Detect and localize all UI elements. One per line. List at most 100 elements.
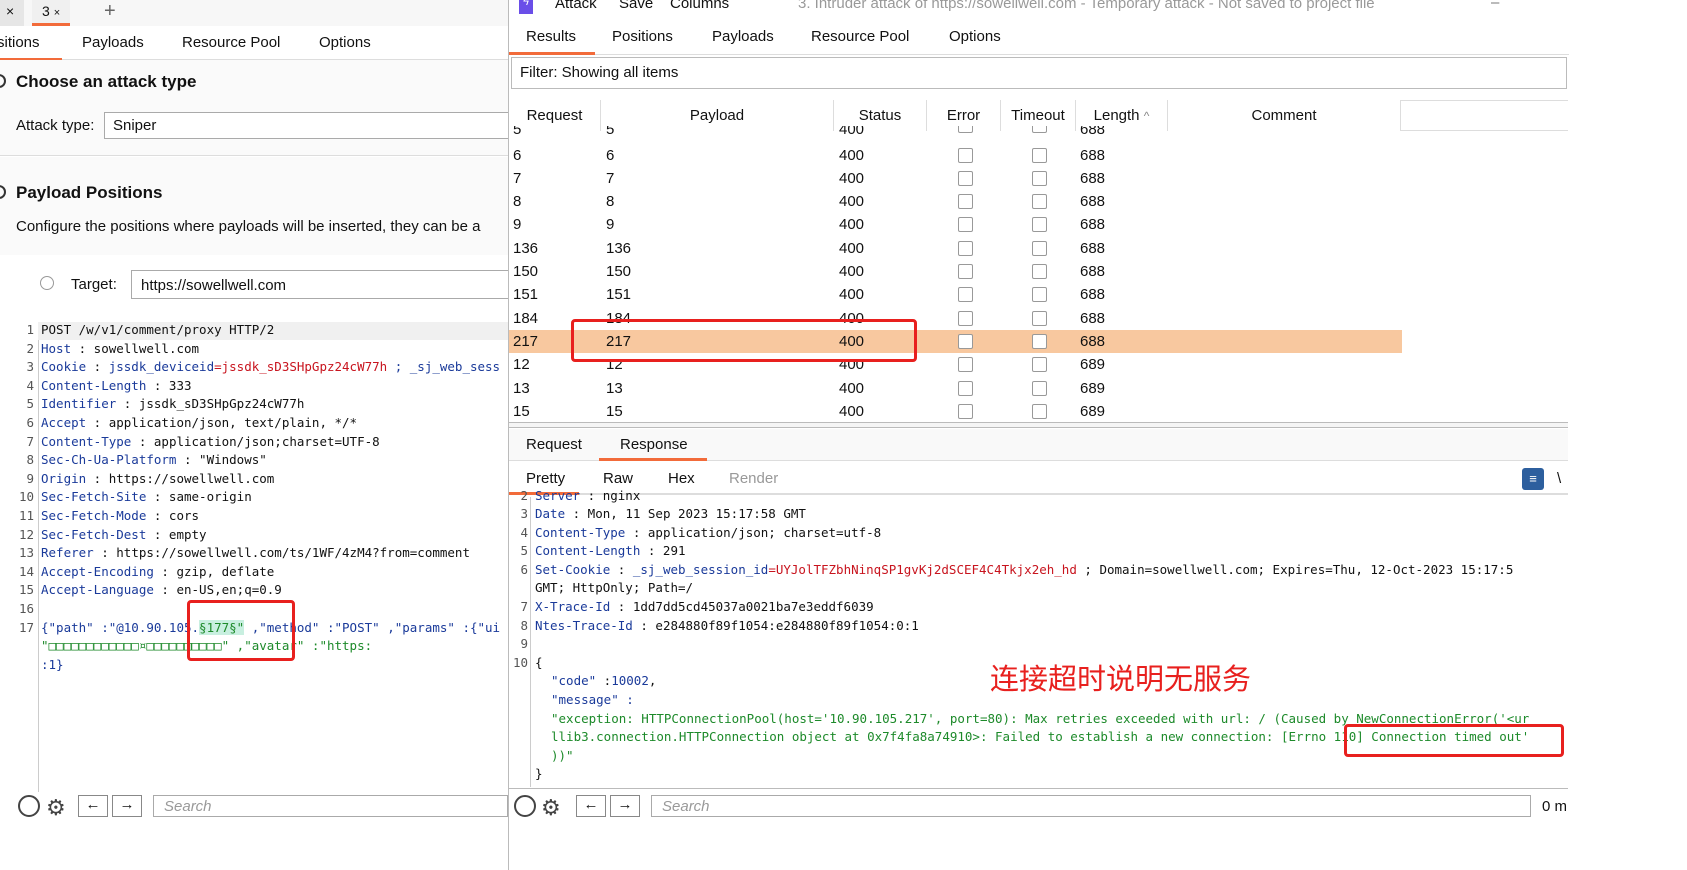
table-row[interactable]: 13 13 400 689 [509,377,1402,400]
header-name: Sec-Fetch-Site [41,489,147,505]
table-row[interactable]: 150 150 400 688 [509,260,1402,283]
error-checkbox[interactable] [958,194,973,210]
tab-request[interactable]: Request [526,436,582,453]
tab-results[interactable]: Results [526,28,576,45]
help-icon[interactable] [18,795,40,817]
tab-3[interactable]: 3 × [32,0,71,26]
header-name: Set-Cookie [535,561,611,577]
filter-bar[interactable]: Filter: Showing all items [511,57,1567,89]
header-name: Sec-Fetch-Mode [41,508,147,523]
line-number: 8 [26,452,34,468]
tab-positions[interactable]: Positions [612,28,673,45]
tab-response[interactable]: Response [620,436,688,453]
timeout-checkbox[interactable] [1032,403,1047,419]
word-wrap-icon[interactable]: ≡ [1522,468,1544,490]
table-row[interactable]: 151 151 400 688 [509,283,1402,306]
timeout-checkbox[interactable] [1032,194,1047,210]
forward-arrow-button[interactable]: → [112,795,142,817]
timeout-checkbox[interactable] [1032,217,1047,233]
close-icon[interactable]: × [54,7,60,19]
error-checkbox[interactable] [958,217,973,233]
help-icon[interactable] [0,74,6,88]
error-checkbox[interactable] [958,126,973,133]
target-label: Target: [71,276,117,293]
json-code: "code" :10002, [551,673,657,689]
back-arrow-button[interactable]: ← [78,795,108,817]
settings-gear-icon[interactable]: ⚙ [541,795,561,821]
timeout-checkbox[interactable] [1032,310,1047,326]
cell-length: 688 [1080,332,1106,350]
tab-hex[interactable]: Hex [668,470,695,487]
timeout-checkbox[interactable] [1032,357,1047,373]
timeout-checkbox[interactable] [1032,380,1047,396]
tab-positions[interactable]: sitions [0,34,40,51]
error-checkbox[interactable] [958,147,973,163]
table-row[interactable]: 7 7 400 688 [509,167,1402,190]
error-checkbox[interactable] [958,380,973,396]
search-input[interactable]: Search [651,795,1531,817]
error-checkbox[interactable] [958,264,973,279]
timeout-checkbox[interactable] [1032,126,1047,133]
error-checkbox[interactable] [958,333,973,349]
menu-save[interactable]: Save [619,0,653,12]
menu-columns[interactable]: Columns [670,0,729,12]
tab-resource-pool[interactable]: Resource Pool [811,28,909,45]
error-checkbox[interactable] [958,287,973,303]
attack-type-section: Choose an attack type Attack type: Snipe… [0,60,514,156]
tab-previous[interactable]: × [0,0,25,26]
table-row[interactable]: 136 136 400 688 [509,237,1402,260]
timeout-checkbox[interactable] [1032,170,1047,186]
line-content: Accept : application/json, text/plain, *… [41,415,357,430]
tab-payloads[interactable]: Payloads [712,28,774,45]
tab-resource-pool[interactable]: Resource Pool [182,34,280,51]
help-icon[interactable] [0,185,6,199]
tab-raw[interactable]: Raw [603,470,633,487]
menu-attack[interactable]: Attack [555,0,597,12]
error-checkbox[interactable] [958,403,973,419]
table-row[interactable]: 6 6 400 688 [509,144,1402,167]
cell-payload: 7 [606,169,615,187]
tab-options[interactable]: Options [319,34,371,51]
tab-pretty[interactable]: Pretty [526,470,565,487]
line-content: Sec-Ch-Ua-Platform : "Windows" [41,452,267,467]
timeout-checkbox[interactable] [1032,333,1047,349]
target-input[interactable]: https://sowellwell.com [131,270,521,299]
table-row[interactable]: 9 9 400 688 [509,213,1402,236]
split-pane-divider[interactable] [509,422,1568,428]
header-value: : en-US,en;q=0.9 [153,582,282,598]
error-checkbox[interactable] [958,357,973,373]
help-icon[interactable] [514,795,536,817]
line-content: Content-Length : 291 [535,543,686,558]
header-value: : same-origin [146,489,252,505]
section-title: Payload Positions [16,183,163,202]
add-tab-button[interactable]: + [94,0,126,26]
line-number: 4 [26,377,34,393]
table-row[interactable]: 5 5 400 688 [509,126,1402,138]
error-checkbox[interactable] [958,240,973,256]
timeout-checkbox[interactable] [1032,240,1047,256]
tab-payloads[interactable]: Payloads [82,34,144,51]
cookie-rest: ; _sj_web_sess [387,359,501,375]
table-row[interactable]: 15 15 400 689 [509,400,1402,423]
forward-arrow-button[interactable]: → [610,795,640,817]
timeout-checkbox[interactable] [1032,264,1047,279]
settings-gear-icon[interactable]: ⚙ [46,795,66,821]
error-checkbox[interactable] [958,310,973,326]
attack-type-select[interactable]: Sniper [104,112,514,139]
back-arrow-button[interactable]: ← [576,795,606,817]
line-content: Content-Type : application/json;charset=… [41,434,380,449]
error-checkbox[interactable] [958,170,973,186]
line-number: 1 [26,322,34,337]
table-row[interactable]: 8 8 400 688 [509,190,1402,213]
line-number: 13 [18,545,34,561]
minimize-button[interactable]: – [1491,0,1499,11]
timeout-checkbox[interactable] [1032,147,1047,163]
tab-render[interactable]: Render [729,470,778,487]
timeout-checkbox[interactable] [1032,287,1047,303]
cell-length: 688 [1080,239,1106,257]
search-input[interactable]: Search [153,795,508,817]
wrap-label: \ [1557,470,1562,487]
tab-options[interactable]: Options [949,28,1001,45]
cell-payload: 15 [606,402,623,420]
positions-subtabs: sitions Payloads Resource Pool Options [0,30,508,61]
